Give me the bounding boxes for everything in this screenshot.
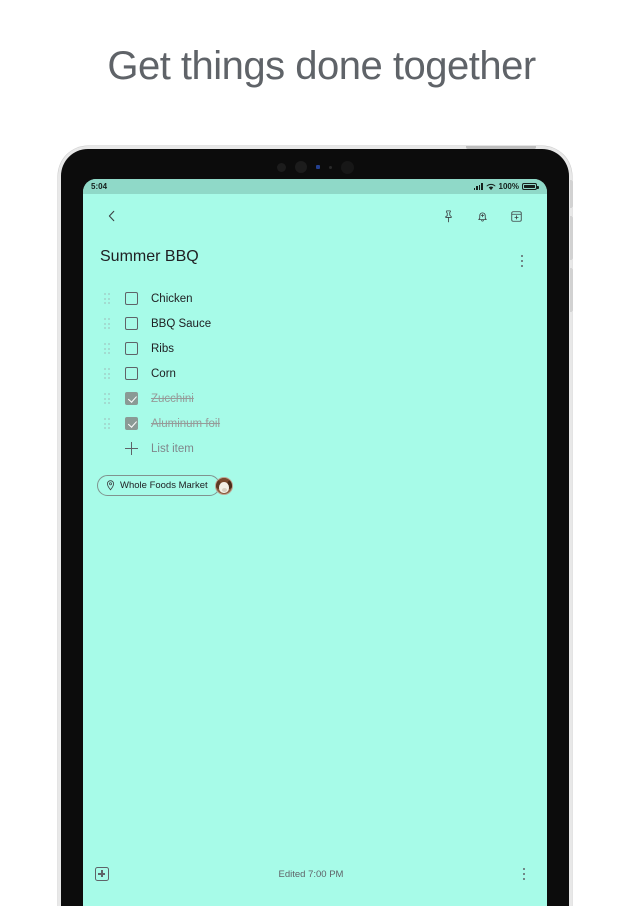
checklist-item-label: Zucchini xyxy=(151,392,194,405)
add-content-button[interactable] xyxy=(95,867,109,881)
checkbox-checked[interactable] xyxy=(125,417,138,430)
note-bottom-bar: Edited 7:00 PM xyxy=(83,857,547,891)
battery-icon xyxy=(522,182,539,191)
checklist-item[interactable]: Chicken xyxy=(97,286,533,311)
device-sensor-cluster xyxy=(61,159,569,175)
note-overflow-menu-button[interactable] xyxy=(511,248,533,274)
note-chips-row: Whole Foods Market xyxy=(97,461,533,496)
checklist-item-completed[interactable]: Aluminum foil xyxy=(97,411,533,436)
drag-handle-icon[interactable] xyxy=(97,293,117,304)
pin-button[interactable] xyxy=(431,199,465,233)
tablet-screen: 5:04 100% Summer BBQ Chicken BBQ Sauce R… xyxy=(83,179,547,906)
add-list-item-row[interactable]: List item xyxy=(97,436,533,461)
status-bar: 5:04 100% xyxy=(83,179,547,194)
bottom-overflow-menu-button[interactable] xyxy=(513,861,535,887)
ambient-light-sensor-icon xyxy=(294,161,307,173)
note-title[interactable]: Summer BBQ xyxy=(97,248,511,266)
collaborator-avatar[interactable] xyxy=(214,476,233,495)
back-chevron-icon xyxy=(108,210,115,222)
proximity-sensor-icon xyxy=(276,162,286,172)
device-bezel: 5:04 100% Summer BBQ Chicken BBQ Sauce R… xyxy=(61,149,569,906)
reminder-button[interactable] xyxy=(465,199,499,233)
drag-handle-icon[interactable] xyxy=(97,318,117,329)
drag-handle-icon[interactable] xyxy=(97,393,117,404)
checklist-item[interactable]: Corn xyxy=(97,361,533,386)
checkbox[interactable] xyxy=(125,342,138,355)
back-button[interactable] xyxy=(95,199,129,233)
checkbox[interactable] xyxy=(125,367,138,380)
add-list-item-placeholder: List item xyxy=(151,442,194,455)
tablet-device-frame: 5:04 100% Summer BBQ Chicken BBQ Sauce R… xyxy=(58,146,573,906)
checklist-item-label: Corn xyxy=(151,367,176,380)
checklist-item-label: Chicken xyxy=(151,292,193,305)
app-toolbar xyxy=(83,194,547,238)
wifi-icon xyxy=(486,183,495,190)
plus-icon xyxy=(125,442,138,455)
battery-percent-label: 100% xyxy=(498,182,519,191)
checkbox-checked[interactable] xyxy=(125,392,138,405)
note-body: Summer BBQ Chicken BBQ Sauce Ribs Corn Z… xyxy=(83,238,547,496)
drag-handle-icon[interactable] xyxy=(97,343,117,354)
archive-button[interactable] xyxy=(499,199,533,233)
signal-bars-icon xyxy=(473,183,483,190)
front-camera-icon xyxy=(340,160,354,174)
device-volume-down-button[interactable] xyxy=(570,268,573,312)
checkbox[interactable] xyxy=(125,292,138,305)
archive-add-icon xyxy=(510,210,522,222)
avatar-detail xyxy=(221,487,227,492)
location-pin-icon xyxy=(107,480,114,491)
location-chip-label: Whole Foods Market xyxy=(120,480,208,491)
checklist-item-label: Ribs xyxy=(151,342,175,355)
checklist-item[interactable]: BBQ Sauce xyxy=(97,311,533,336)
drag-handle-icon[interactable] xyxy=(97,368,117,379)
page-title: Get things done together xyxy=(107,44,536,88)
last-edited-label: Edited 7:00 PM xyxy=(278,868,344,880)
drag-handle-icon[interactable] xyxy=(97,418,117,429)
checklist-item-label: BBQ Sauce xyxy=(151,317,212,330)
status-led-icon xyxy=(315,165,320,169)
checklist-item[interactable]: Ribs xyxy=(97,336,533,361)
pin-icon xyxy=(444,209,452,222)
location-chip[interactable]: Whole Foods Market xyxy=(97,475,220,496)
note-title-row: Summer BBQ xyxy=(97,238,533,286)
checklist-item-completed[interactable]: Zucchini xyxy=(97,386,533,411)
device-side-button-1[interactable] xyxy=(570,180,573,208)
microphone-icon xyxy=(328,165,332,169)
status-bar-indicators: 100% xyxy=(473,182,539,191)
bell-add-icon xyxy=(477,212,487,221)
checklist-item-label: Aluminum foil xyxy=(151,417,221,430)
device-volume-up-button[interactable] xyxy=(570,216,573,260)
status-bar-clock: 5:04 xyxy=(91,182,108,191)
checkbox[interactable] xyxy=(125,317,138,330)
